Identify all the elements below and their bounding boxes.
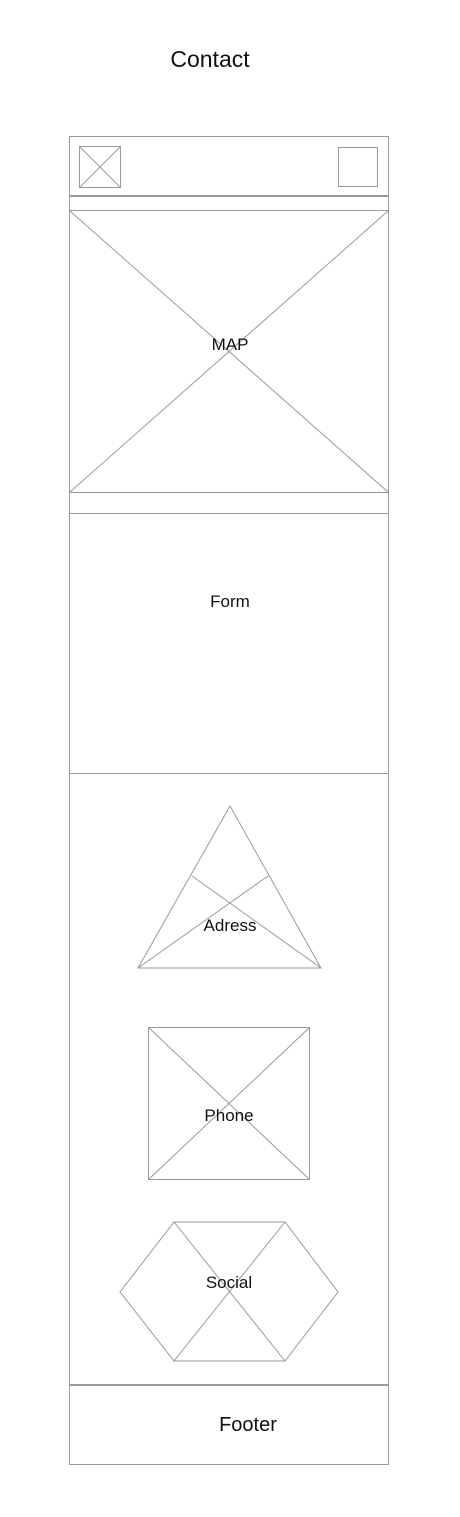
form-section[interactable]: Form [69,513,389,774]
form-label: Form [210,592,250,611]
map-section[interactable]: MAP [69,210,389,493]
social-section[interactable]: Social [119,1221,339,1362]
footer: Footer [69,1385,389,1465]
phone-label: Phone [204,1106,254,1125]
phone-section[interactable]: Phone [148,1027,310,1180]
square-placeholder-icon[interactable] [338,147,378,187]
header-bar [69,136,389,196]
address-section[interactable]: Adress [137,804,322,969]
page-title: Contact [170,46,250,72]
address-triangle-icon [137,804,322,969]
phone-placeholder-icon [148,1027,310,1180]
map-label: MAP [211,335,249,354]
address-label: Adress [203,916,257,935]
footer-label: Footer [219,1414,277,1436]
image-placeholder-icon[interactable] [79,146,121,188]
social-label: Social [205,1273,253,1292]
